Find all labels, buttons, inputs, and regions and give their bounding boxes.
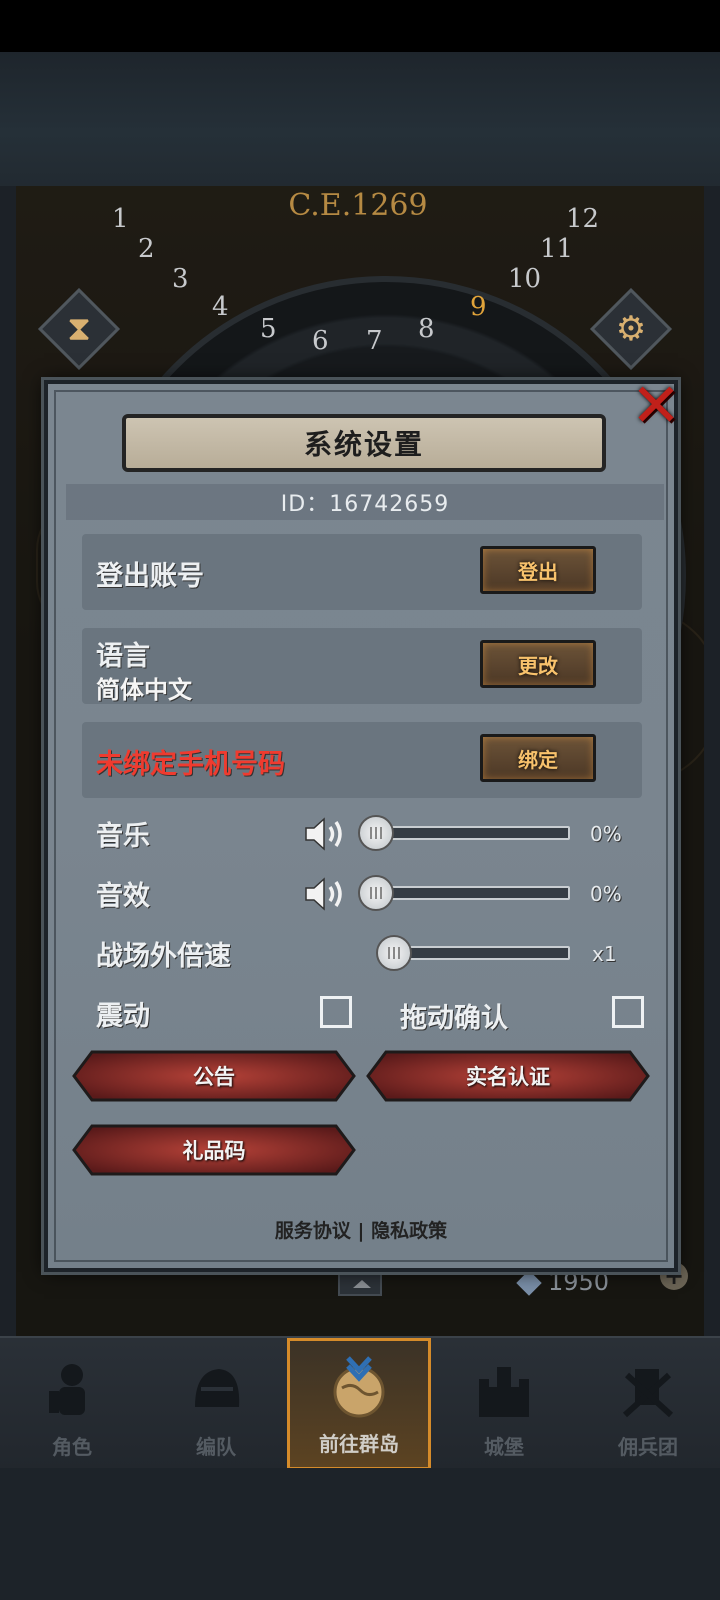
nav-formation[interactable]: 编队 (144, 1338, 288, 1470)
giftcode-label: 礼品码 (182, 1139, 246, 1163)
nav-character[interactable]: 角色 (0, 1338, 144, 1470)
logout-button-label: 登出 (518, 559, 558, 584)
change-language-button[interactable]: 更改 (480, 640, 596, 688)
nav-label: 佣兵团 (618, 1435, 678, 1459)
close-button[interactable]: ✕ (628, 371, 684, 441)
close-icon: ✕ (630, 371, 682, 441)
footer-separator: | (357, 1220, 365, 1242)
language-row: 语言 简体中文 更改 (82, 628, 642, 704)
sfx-slider-knob[interactable] (358, 875, 394, 911)
sfx-label: 音效 (96, 881, 150, 912)
bind-phone-label: 绑定 (518, 747, 558, 772)
logout-label: 登出账号 (96, 561, 204, 592)
drag-confirm-label: 拖动确认 (400, 1003, 508, 1034)
status-bar (0, 0, 720, 52)
player-id-row: ID：16742659 (66, 484, 664, 520)
dial-numbers: 1 2 3 4 5 6 7 8 9 10 11 12 (100, 200, 620, 370)
music-percent: 0% (590, 822, 622, 846)
logout-button[interactable]: 登出 (480, 546, 596, 594)
settings-dialog: 系统设置 ID：16742659 登出账号 登出 语言 简体中文 更改 未绑定手… (44, 380, 678, 1272)
nav-label: 角色 (52, 1435, 92, 1459)
speed-slider-knob[interactable] (376, 935, 412, 971)
player-id: ID：16742659 (280, 492, 450, 517)
gear-icon[interactable]: ⚙ (602, 300, 660, 358)
nav-label: 前往群岛 (319, 1432, 399, 1456)
game-screen: C.E.1269 1 2 3 4 5 6 7 8 9 10 11 12 ⧗ ⚙ … (0, 0, 720, 1600)
language-value: 简体中文 (96, 676, 192, 704)
nav-label: 城堡 (484, 1435, 524, 1459)
music-slider-track[interactable] (374, 826, 570, 840)
vibration-label: 震动 (96, 1001, 150, 1032)
footer-links: 服务协议 | 隐私政策 (48, 1216, 674, 1243)
mercenary-icon (622, 1369, 674, 1418)
bottom-nav: 角色 编队 前往群岛 城堡 佣兵团 (0, 1336, 720, 1470)
dial-number: 2 (138, 234, 155, 264)
dial-number: 4 (212, 292, 229, 322)
speed-label: 战场外倍速 (96, 941, 231, 972)
hourglass-icon[interactable]: ⧗ (50, 300, 108, 358)
dial-number: 10 (508, 264, 542, 294)
music-label: 音乐 (96, 821, 150, 852)
announcement-label: 公告 (193, 1065, 235, 1089)
giftcode-button[interactable]: 礼品码 (72, 1124, 356, 1176)
dial-number-active: 9 (470, 292, 487, 322)
sfx-slider-track[interactable] (374, 886, 570, 900)
dial-number: 5 (260, 314, 277, 344)
speaker-icon[interactable] (304, 814, 348, 854)
expand-up-tab[interactable] (338, 1270, 382, 1296)
realname-label: 实名认证 (466, 1065, 550, 1089)
language-label: 语言 (96, 641, 150, 672)
vibration-checkbox[interactable] (320, 996, 352, 1028)
speed-value: x1 (592, 942, 617, 966)
resource-counter: 1950 (516, 1268, 610, 1296)
dial-number: 3 (172, 264, 189, 294)
dial-number: 8 (418, 314, 435, 344)
speaker-icon[interactable] (304, 874, 348, 914)
sfx-percent: 0% (590, 882, 622, 906)
dial-number: 12 (566, 204, 600, 234)
nav-islands[interactable]: 前往群岛 (287, 1338, 431, 1470)
helmet-icon (195, 1369, 240, 1407)
knight-icon (49, 1364, 85, 1415)
phone-bind-row: 未绑定手机号码 绑定 (82, 722, 642, 798)
privacy-link[interactable]: 隐私政策 (371, 1220, 447, 1242)
realname-button[interactable]: 实名认证 (366, 1050, 650, 1102)
nav-label: 编队 (196, 1435, 236, 1459)
drag-confirm-checkbox[interactable] (612, 996, 644, 1028)
globe-icon (333, 1356, 385, 1418)
bottom-band (0, 1468, 720, 1600)
crystal-icon (516, 1270, 542, 1296)
dial-number: 6 (312, 326, 329, 356)
terms-link[interactable]: 服务协议 (275, 1220, 351, 1242)
logout-row: 登出账号 登出 (82, 534, 642, 610)
nav-mercenary[interactable]: 佣兵团 (576, 1338, 720, 1470)
bind-phone-button[interactable]: 绑定 (480, 734, 596, 782)
change-language-label: 更改 (518, 653, 558, 678)
top-band (0, 52, 720, 186)
dial-number: 1 (112, 204, 129, 234)
dial-number: 11 (540, 234, 574, 264)
dial-number: 7 (366, 326, 383, 356)
nav-castle[interactable]: 城堡 (432, 1338, 576, 1470)
music-slider-knob[interactable] (358, 815, 394, 851)
dialog-title-plate: 系统设置 (122, 414, 606, 472)
announcement-button[interactable]: 公告 (72, 1050, 356, 1102)
dialog-title: 系统设置 (303, 428, 424, 461)
phone-unbound-label: 未绑定手机号码 (96, 749, 285, 780)
resource-value: 1950 (548, 1268, 610, 1296)
castle-icon (479, 1367, 529, 1417)
